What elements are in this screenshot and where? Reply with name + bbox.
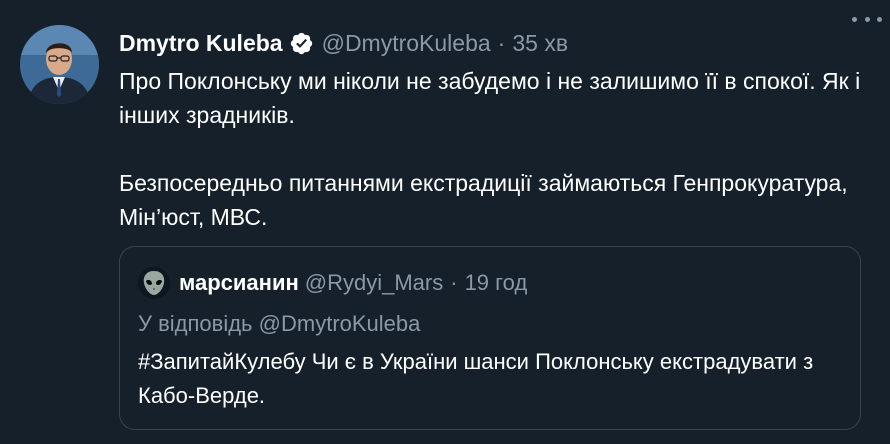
more-options-icon[interactable] (852, 4, 882, 34)
quoted-author-name[interactable]: марсианин (179, 270, 299, 296)
tweet-paragraph-1: Про Поклонську ми ніколи не забудемо і н… (119, 68, 867, 128)
quoted-tweet-header: марсианин @Rydyi_Mars · 19 год (138, 267, 527, 299)
author-avatar[interactable] (20, 25, 99, 104)
separator-dot: · (450, 270, 458, 295)
reply-context: У відповідь @DmytroKuleba (138, 311, 420, 337)
separator-dot: · (497, 29, 506, 56)
reply-to-handle[interactable]: @DmytroKuleba (259, 311, 421, 336)
tweet-content: Dmytro Kuleba @DmytroKuleba · 35 хв Про … (119, 25, 869, 234)
quoted-tweet[interactable]: марсианин @Rydyi_Mars · 19 год У відпові… (119, 246, 861, 430)
tweet-paragraph-2: Безпосередньо питаннями екстрадиції займ… (119, 170, 855, 230)
tweet[interactable]: Dmytro Kuleba @DmytroKuleba · 35 хв Про … (0, 0, 890, 444)
quoted-author-avatar[interactable] (138, 267, 170, 299)
quoted-author-handle[interactable]: @Rydyi_Mars (305, 270, 443, 296)
tweet-timestamp[interactable]: 35 хв (512, 30, 568, 57)
quoted-tweet-text: #ЗапитайКулебу Чи є в України шанси Покл… (138, 349, 814, 408)
tweet-header: Dmytro Kuleba @DmytroKuleba · 35 хв (119, 25, 869, 61)
reply-prefix: У відповідь (138, 311, 253, 336)
tweet-text: Про Поклонську ми ніколи не забудемо і н… (119, 64, 869, 234)
author-handle[interactable]: @DmytroKuleba (322, 30, 491, 57)
quoted-tweet-timestamp[interactable]: 19 год (465, 270, 528, 296)
verified-badge-icon (289, 31, 314, 56)
author-name[interactable]: Dmytro Kuleba (119, 30, 283, 57)
